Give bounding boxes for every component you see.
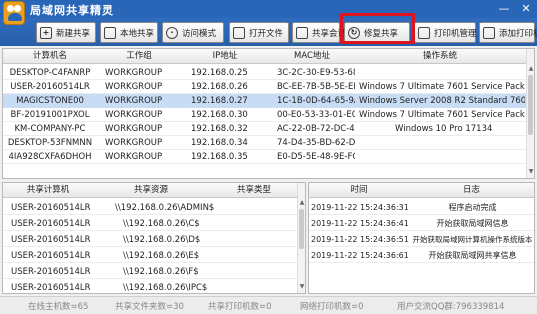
share-folders-count: 共享文件夹数=30 [115,302,184,312]
folder-icon [233,26,245,39]
qq-group-info: 用户交流QQ群:796339814 [397,302,505,312]
col-header-share-computer[interactable]: 共享计算机 [3,183,93,197]
eye-icon: · [166,26,178,39]
log-row[interactable]: 2019-11-22 15:24:36:516 开始获取局域网计算机操作系统版本 [309,233,534,247]
plus-icon: + [40,26,52,39]
add-printer-button[interactable]: 添加打印机 [479,22,537,43]
minimize-icon[interactable]: — [497,2,511,16]
new-share-button[interactable]: + 新建共享 [36,22,96,43]
col-header-share-type[interactable]: 共享类型 [209,183,299,197]
table-row-selected[interactable]: MAGICSTONE00 WORKGROUP 192.168.0.27 1C-1… [3,94,528,108]
app-logo-icon [3,1,25,25]
scroll-thumb[interactable] [299,209,304,249]
table-row[interactable]: 4IA928CXFA6DHOH WORKGROUP 192.168.0.35 E… [3,150,528,164]
app-title: 局域网共享精灵 [30,4,114,17]
log-row[interactable]: 2019-11-22 15:24:36:416 开始获取局域网信息 [309,217,534,231]
scroll-down-icon[interactable]: ▼ [298,283,305,291]
log-row[interactable]: 2019-11-22 15:24:36:616 开始获取局域网共享信息 [309,249,534,263]
highlight-box [340,13,415,44]
table-row[interactable]: USER-20160514LR \\192.168.0.26\C$ [3,217,299,231]
shares-scrollbar[interactable]: ▲ ▼ [297,183,305,293]
log-row[interactable]: 2019-11-22 15:24:36:315 程序启动完成 [309,201,534,215]
share-session-button[interactable]: 共享会话 [292,22,346,43]
col-header-computer-name[interactable]: 计算机名 [3,49,97,63]
col-header-share-resource[interactable]: 共享资源 [93,183,209,197]
col-header-workgroup[interactable]: 工作组 [97,49,181,63]
table-row[interactable]: KM-COMPANY-PC WORKGROUP 192.168.0.32 AC-… [3,122,528,136]
computers-scrollbar[interactable]: ▲ ▼ [526,49,534,178]
computers-table: 计算机名 工作组 IP地址 MAC地址 操作系统 DESKTOP-C4FANRP… [2,48,535,179]
scroll-thumb[interactable] [528,75,533,135]
table-row[interactable]: USER-20160514LR \\192.168.0.26\F$ [3,265,299,279]
table-row[interactable]: USER-20160514LR \\192.168.0.26\IPC$ [3,281,299,293]
col-header-mac[interactable]: MAC地址 [269,49,355,63]
status-bar: 在线主机数=65 共享文件夹数=30 共享打印机数=0 网络打印机数=0 用户交… [0,296,537,314]
scroll-down-icon[interactable]: ▼ [527,168,534,176]
printer-icon [418,26,430,39]
title-bar: 局域网共享精灵 — ✕ [0,0,537,25]
col-header-ip[interactable]: IP地址 [181,49,269,63]
col-header-os[interactable]: 操作系统 [355,49,525,63]
scroll-up-icon[interactable]: ▲ [527,65,534,73]
printer-manage-button[interactable]: 打印机管理 [414,22,477,43]
toolbar: + 新建共享 本地共享 · 访问模式 打开文件 共享会话 ↻ 修复共享 打印机管理 添… [0,18,537,46]
table-row[interactable]: USER-20160514LR WORKGROUP 192.168.0.26 B… [3,80,528,94]
share-printers-count: 共享打印机数=0 [208,302,272,312]
table-row[interactable]: USER-20160514LR \\192.168.0.26\E$ [3,249,299,263]
table-row[interactable]: BF-20191001PXOL WORKGROUP 192.168.0.30 0… [3,108,528,122]
add-printer-icon [483,26,495,39]
close-icon[interactable]: ✕ [519,2,533,16]
shares-table: 共享计算机 共享资源 共享类型 USER-20160514LR \\192.16… [2,182,306,294]
col-header-log[interactable]: 日志 [409,183,534,197]
scroll-up-icon[interactable]: ▲ [298,199,305,207]
table-row[interactable]: USER-20160514LR \\192.168.0.26\D$ [3,233,299,247]
table-row[interactable]: USER-20160514LR \\192.168.0.26\ADMIN$ [3,201,299,215]
net-printers-count: 网络打印机数=0 [300,302,364,312]
table-row[interactable]: DESKTOP-C4FANRP WORKGROUP 192.168.0.25 3… [3,66,528,80]
access-mode-button[interactable]: · 访问模式 [162,22,224,43]
open-file-button[interactable]: 打开文件 [229,22,289,43]
local-share-button[interactable]: 本地共享 [100,22,158,43]
col-header-time[interactable]: 时间 [309,183,409,197]
computer-icon [104,26,116,39]
log-table: 时间 日志 2019-11-22 15:24:36:315 程序启动完成 201… [308,182,535,294]
online-hosts-count: 在线主机数=65 [28,302,89,312]
table-row[interactable]: DESKTOP-53FNMNN WORKGROUP 192.168.0.34 7… [3,136,528,150]
session-icon [296,26,308,39]
